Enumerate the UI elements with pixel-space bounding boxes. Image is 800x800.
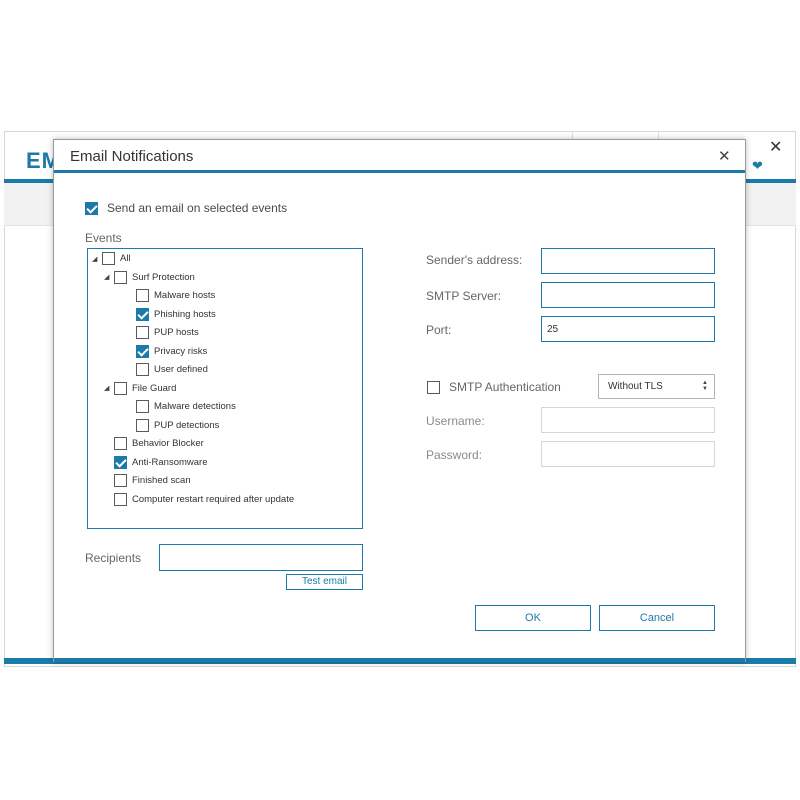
heart-icon[interactable]: ❤ [752, 158, 763, 174]
event-label: Finished scan [132, 475, 191, 486]
recipients-input[interactable] [159, 544, 363, 571]
dialog-bottom-accent-bar [54, 658, 745, 662]
close-icon[interactable]: ✕ [718, 147, 731, 165]
event-tree-item[interactable]: Finished scan [104, 474, 191, 487]
send-email-option[interactable]: Send an email on selected events [85, 201, 287, 215]
test-email-button[interactable]: Test email [286, 574, 363, 590]
event-label: Privacy risks [154, 345, 208, 357]
event-checkbox[interactable] [136, 418, 149, 432]
senders-address-input[interactable] [541, 248, 715, 274]
dialog-title: Email Notifications [70, 148, 194, 165]
send-email-checkbox[interactable] [85, 201, 98, 215]
event-checkbox[interactable] [136, 363, 149, 376]
event-checkbox[interactable] [114, 270, 127, 284]
event-checkbox[interactable] [136, 400, 149, 413]
event-checkbox[interactable] [114, 474, 127, 487]
username-label: Username: [426, 414, 485, 428]
event-tree-item[interactable]: Privacy risks [126, 344, 208, 358]
password-input[interactable] [541, 441, 715, 467]
smtp-authentication-label: SMTP Authentication [449, 380, 561, 394]
event-tree-item[interactable]: PUP detections [126, 418, 220, 432]
event-tree-item[interactable]: Anti-Ransomware [104, 455, 208, 469]
event-checkbox[interactable] [136, 289, 149, 302]
port-input[interactable] [541, 316, 715, 342]
event-label: Malware hosts [154, 290, 216, 301]
cancel-button[interactable]: Cancel [599, 605, 715, 631]
event-tree-item[interactable]: ◢ Surf Protection [104, 270, 195, 284]
port-label: Port: [426, 323, 452, 337]
event-checkbox[interactable] [114, 455, 127, 469]
event-checkbox[interactable] [114, 492, 127, 506]
smtp-authentication-checkbox[interactable] [427, 380, 440, 394]
event-label: Phishing hosts [154, 308, 216, 320]
event-label: File Guard [132, 382, 177, 394]
updown-arrows-icon: ▲ ▼ [702, 380, 708, 392]
event-checkbox[interactable] [102, 252, 115, 265]
tls-selected-value: Without TLS [608, 381, 663, 392]
event-tree-item[interactable]: Phishing hosts [126, 307, 216, 321]
events-tree[interactable]: ◢ All ◢ Surf Protection Malware hosts Phishin… [87, 248, 363, 529]
expand-triangle-icon[interactable]: ◢ [104, 384, 114, 392]
event-label: PUP hosts [154, 327, 199, 338]
senders-address-label: Sender's address: [426, 253, 523, 267]
event-label: All [120, 253, 131, 264]
event-tree-item[interactable]: ◢ File Guard [104, 381, 177, 395]
password-label: Password: [426, 448, 483, 462]
event-label: PUP detections [154, 419, 220, 431]
events-label: Events [85, 231, 122, 245]
username-input[interactable] [541, 407, 715, 433]
smtp-server-input[interactable] [541, 282, 715, 308]
event-tree-item[interactable]: ◢ All [92, 252, 131, 265]
event-tree-item[interactable]: Behavior Blocker [104, 437, 204, 450]
event-label: Behavior Blocker [132, 438, 204, 449]
event-checkbox[interactable] [114, 437, 127, 450]
dialog-accent-bar [54, 170, 745, 173]
ok-button[interactable]: OK [475, 605, 591, 631]
recipients-label: Recipients [85, 551, 142, 565]
email-notifications-dialog: Email Notifications ✕ Send an email on s… [53, 139, 746, 662]
event-checkbox[interactable] [114, 381, 127, 395]
expand-triangle-icon[interactable]: ◢ [92, 255, 102, 263]
event-checkbox[interactable] [136, 326, 149, 339]
tls-select[interactable]: Without TLS ▲ ▼ [598, 374, 715, 399]
event-label: Surf Protection [132, 271, 195, 283]
event-tree-item[interactable]: User defined [126, 363, 208, 376]
event-tree-item[interactable]: Computer restart required after update [104, 492, 295, 506]
event-label: Anti-Ransomware [132, 456, 208, 468]
expand-triangle-icon[interactable]: ◢ [104, 273, 114, 281]
event-checkbox[interactable] [136, 344, 149, 358]
event-tree-item[interactable]: Malware hosts [126, 289, 215, 302]
event-label: User defined [154, 364, 208, 375]
event-label: Malware detections [154, 401, 236, 412]
smtp-server-label: SMTP Server: [426, 289, 502, 303]
send-email-label: Send an email on selected events [107, 201, 288, 215]
main-close-icon[interactable]: ✕ [769, 137, 782, 157]
smtp-authentication-option[interactable]: SMTP Authentication [427, 380, 561, 394]
event-checkbox[interactable] [136, 307, 149, 321]
event-label: Computer restart required after update [132, 493, 295, 505]
event-tree-item[interactable]: PUP hosts [126, 326, 199, 339]
event-tree-item[interactable]: Malware detections [126, 400, 236, 413]
